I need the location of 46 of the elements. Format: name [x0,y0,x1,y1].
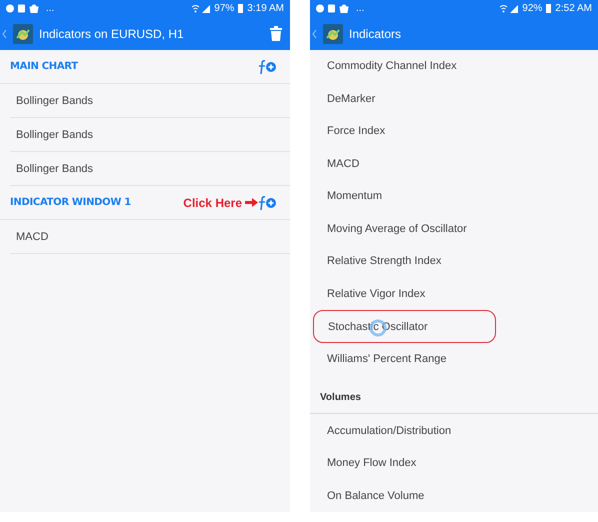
section-title: INDICATOR WINDOW 1 [10,197,132,208]
app-logo-icon [13,24,33,44]
indicator-option[interactable]: Relative Vigor Index [327,288,426,300]
highlighted-indicator-item[interactable]: Stochastic Oscillator [313,310,496,343]
trash-icon[interactable] [270,26,282,41]
section-title: MAIN CHART [10,61,79,72]
indicator-name: Bollinger Bands [16,128,94,140]
app-logo-icon [323,24,343,44]
more-notifications: ... [356,3,364,14]
add-function-icon[interactable] [258,194,278,210]
more-notifications: ... [46,3,54,14]
indicator-row[interactable]: Bollinger Bands [10,84,290,118]
indicator-name: MACD [16,230,48,242]
screen-title: Indicators [349,26,402,40]
status-time: 2:52 AM [555,3,592,14]
category-header: Volumes [320,392,361,404]
back-icon[interactable] [312,28,317,38]
screen-title: Indicators on EURUSD, H1 [39,26,185,40]
indicator-option[interactable]: Accumulation/Distribution [327,424,452,437]
indicator-row[interactable]: Bollinger Bands [10,152,290,186]
indicator-row[interactable]: MACD [10,220,290,254]
arrow-icon [245,198,258,207]
indicator-option[interactable]: Stochastic Oscillator [328,320,428,333]
indicator-option[interactable]: Williams' Percent Range [327,353,446,366]
indicator-option[interactable]: MACD [327,158,360,170]
indicator-option[interactable]: Force Index [327,125,386,138]
indicator-option[interactable]: DeMarker [327,92,376,105]
indicator-option[interactable]: Commodity Channel Index [327,60,457,72]
status-time: 3:19 AM [247,3,284,14]
battery-percent: 92% [522,3,542,14]
battery-icon [546,4,552,13]
add-function-icon[interactable] [258,58,278,74]
battery-icon [238,4,244,13]
back-icon[interactable] [2,28,7,38]
indicator-option[interactable]: On Balance Volume [327,490,424,502]
indicator-option[interactable]: Moving Average of Oscillator [327,222,467,235]
signal-icons [500,4,518,13]
indicator-option[interactable]: Momentum [327,190,382,202]
battery-percent: 97% [214,3,234,14]
indicator-option[interactable]: Money Flow Index [327,457,416,470]
callout-text: Click Here [183,196,242,210]
indicator-row[interactable]: Bollinger Bands [10,118,290,152]
signal-icons [192,4,210,13]
indicator-name: Bollinger Bands [16,162,94,174]
indicator-option[interactable]: Relative Strength Index [327,255,442,268]
indicator-name: Bollinger Bands [16,94,94,106]
